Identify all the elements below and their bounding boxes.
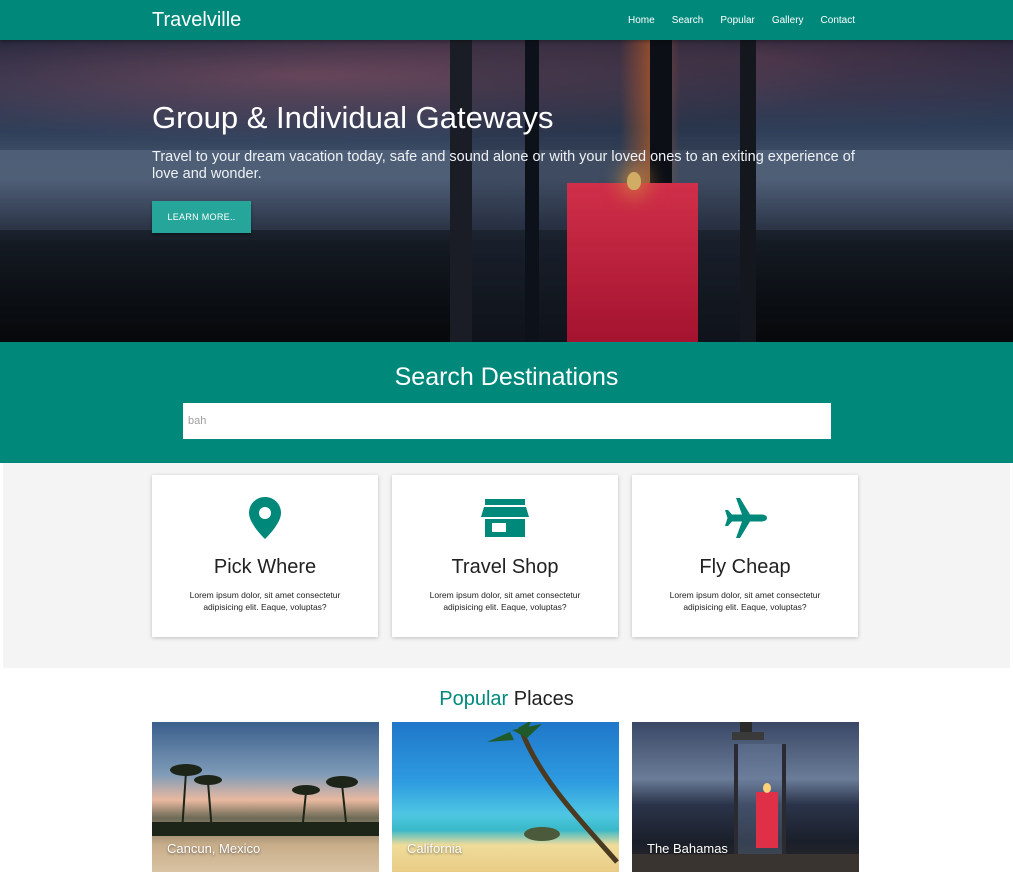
feature-card-travel-shop: Travel Shop Lorem ipsum dolor, sit amet … bbox=[392, 475, 618, 637]
hero-description: Travel to your dream vacation today, saf… bbox=[152, 149, 855, 182]
store-icon bbox=[392, 495, 618, 541]
features-section: Pick Where Lorem ipsum dolor, sit amet c… bbox=[3, 463, 1010, 668]
brand-logo[interactable]: Travelville bbox=[152, 9, 241, 32]
popular-title-rest: Places bbox=[513, 688, 574, 710]
map-pin-icon bbox=[152, 495, 378, 541]
nav-links: Home Search Popular Gallery Contact bbox=[611, 0, 855, 40]
search-section: Search Destinations bbox=[0, 342, 1013, 463]
airplane-icon bbox=[632, 495, 858, 541]
feature-text: Lorem ipsum dolor, sit amet consectetur … bbox=[189, 590, 341, 612]
feature-card-pick-where: Pick Where Lorem ipsum dolor, sit amet c… bbox=[152, 475, 378, 637]
place-card-bahamas[interactable]: The Bahamas bbox=[632, 722, 859, 872]
nav-link-gallery[interactable]: Gallery bbox=[772, 15, 804, 26]
navbar: Travelville Home Search Popular Gallery … bbox=[0, 0, 1013, 40]
nav-link-popular[interactable]: Popular bbox=[720, 15, 754, 26]
feature-title: Fly Cheap bbox=[699, 556, 791, 578]
nav-link-home[interactable]: Home bbox=[628, 15, 655, 26]
nav-link-contact[interactable]: Contact bbox=[821, 15, 855, 26]
learn-more-button[interactable]: LEARN MORE.. bbox=[152, 201, 251, 233]
search-input[interactable] bbox=[183, 403, 831, 439]
nav-link-search[interactable]: Search bbox=[672, 15, 704, 26]
place-label: California bbox=[407, 841, 462, 856]
feature-text: Lorem ipsum dolor, sit amet consectetur … bbox=[429, 590, 581, 612]
feature-title: Travel Shop bbox=[451, 556, 559, 578]
place-label: The Bahamas bbox=[647, 841, 728, 856]
hero-section: Group & Individual Gateways Travel to yo… bbox=[0, 40, 1013, 342]
hero-title: Group & Individual Gateways bbox=[152, 100, 554, 135]
place-label: Cancun, Mexico bbox=[167, 841, 261, 856]
popular-places-title: Popular Places bbox=[0, 688, 1013, 711]
feature-text: Lorem ipsum dolor, sit amet consectetur … bbox=[669, 590, 821, 612]
hero-overlay bbox=[0, 40, 1013, 342]
search-title: Search Destinations bbox=[394, 363, 619, 391]
feature-card-fly-cheap: Fly Cheap Lorem ipsum dolor, sit amet co… bbox=[632, 475, 858, 637]
popular-title-accent: Popular bbox=[439, 688, 509, 710]
place-card-cancun[interactable]: Cancun, Mexico bbox=[152, 722, 379, 872]
feature-title: Pick Where bbox=[213, 556, 317, 578]
place-card-california[interactable]: California bbox=[392, 722, 619, 872]
